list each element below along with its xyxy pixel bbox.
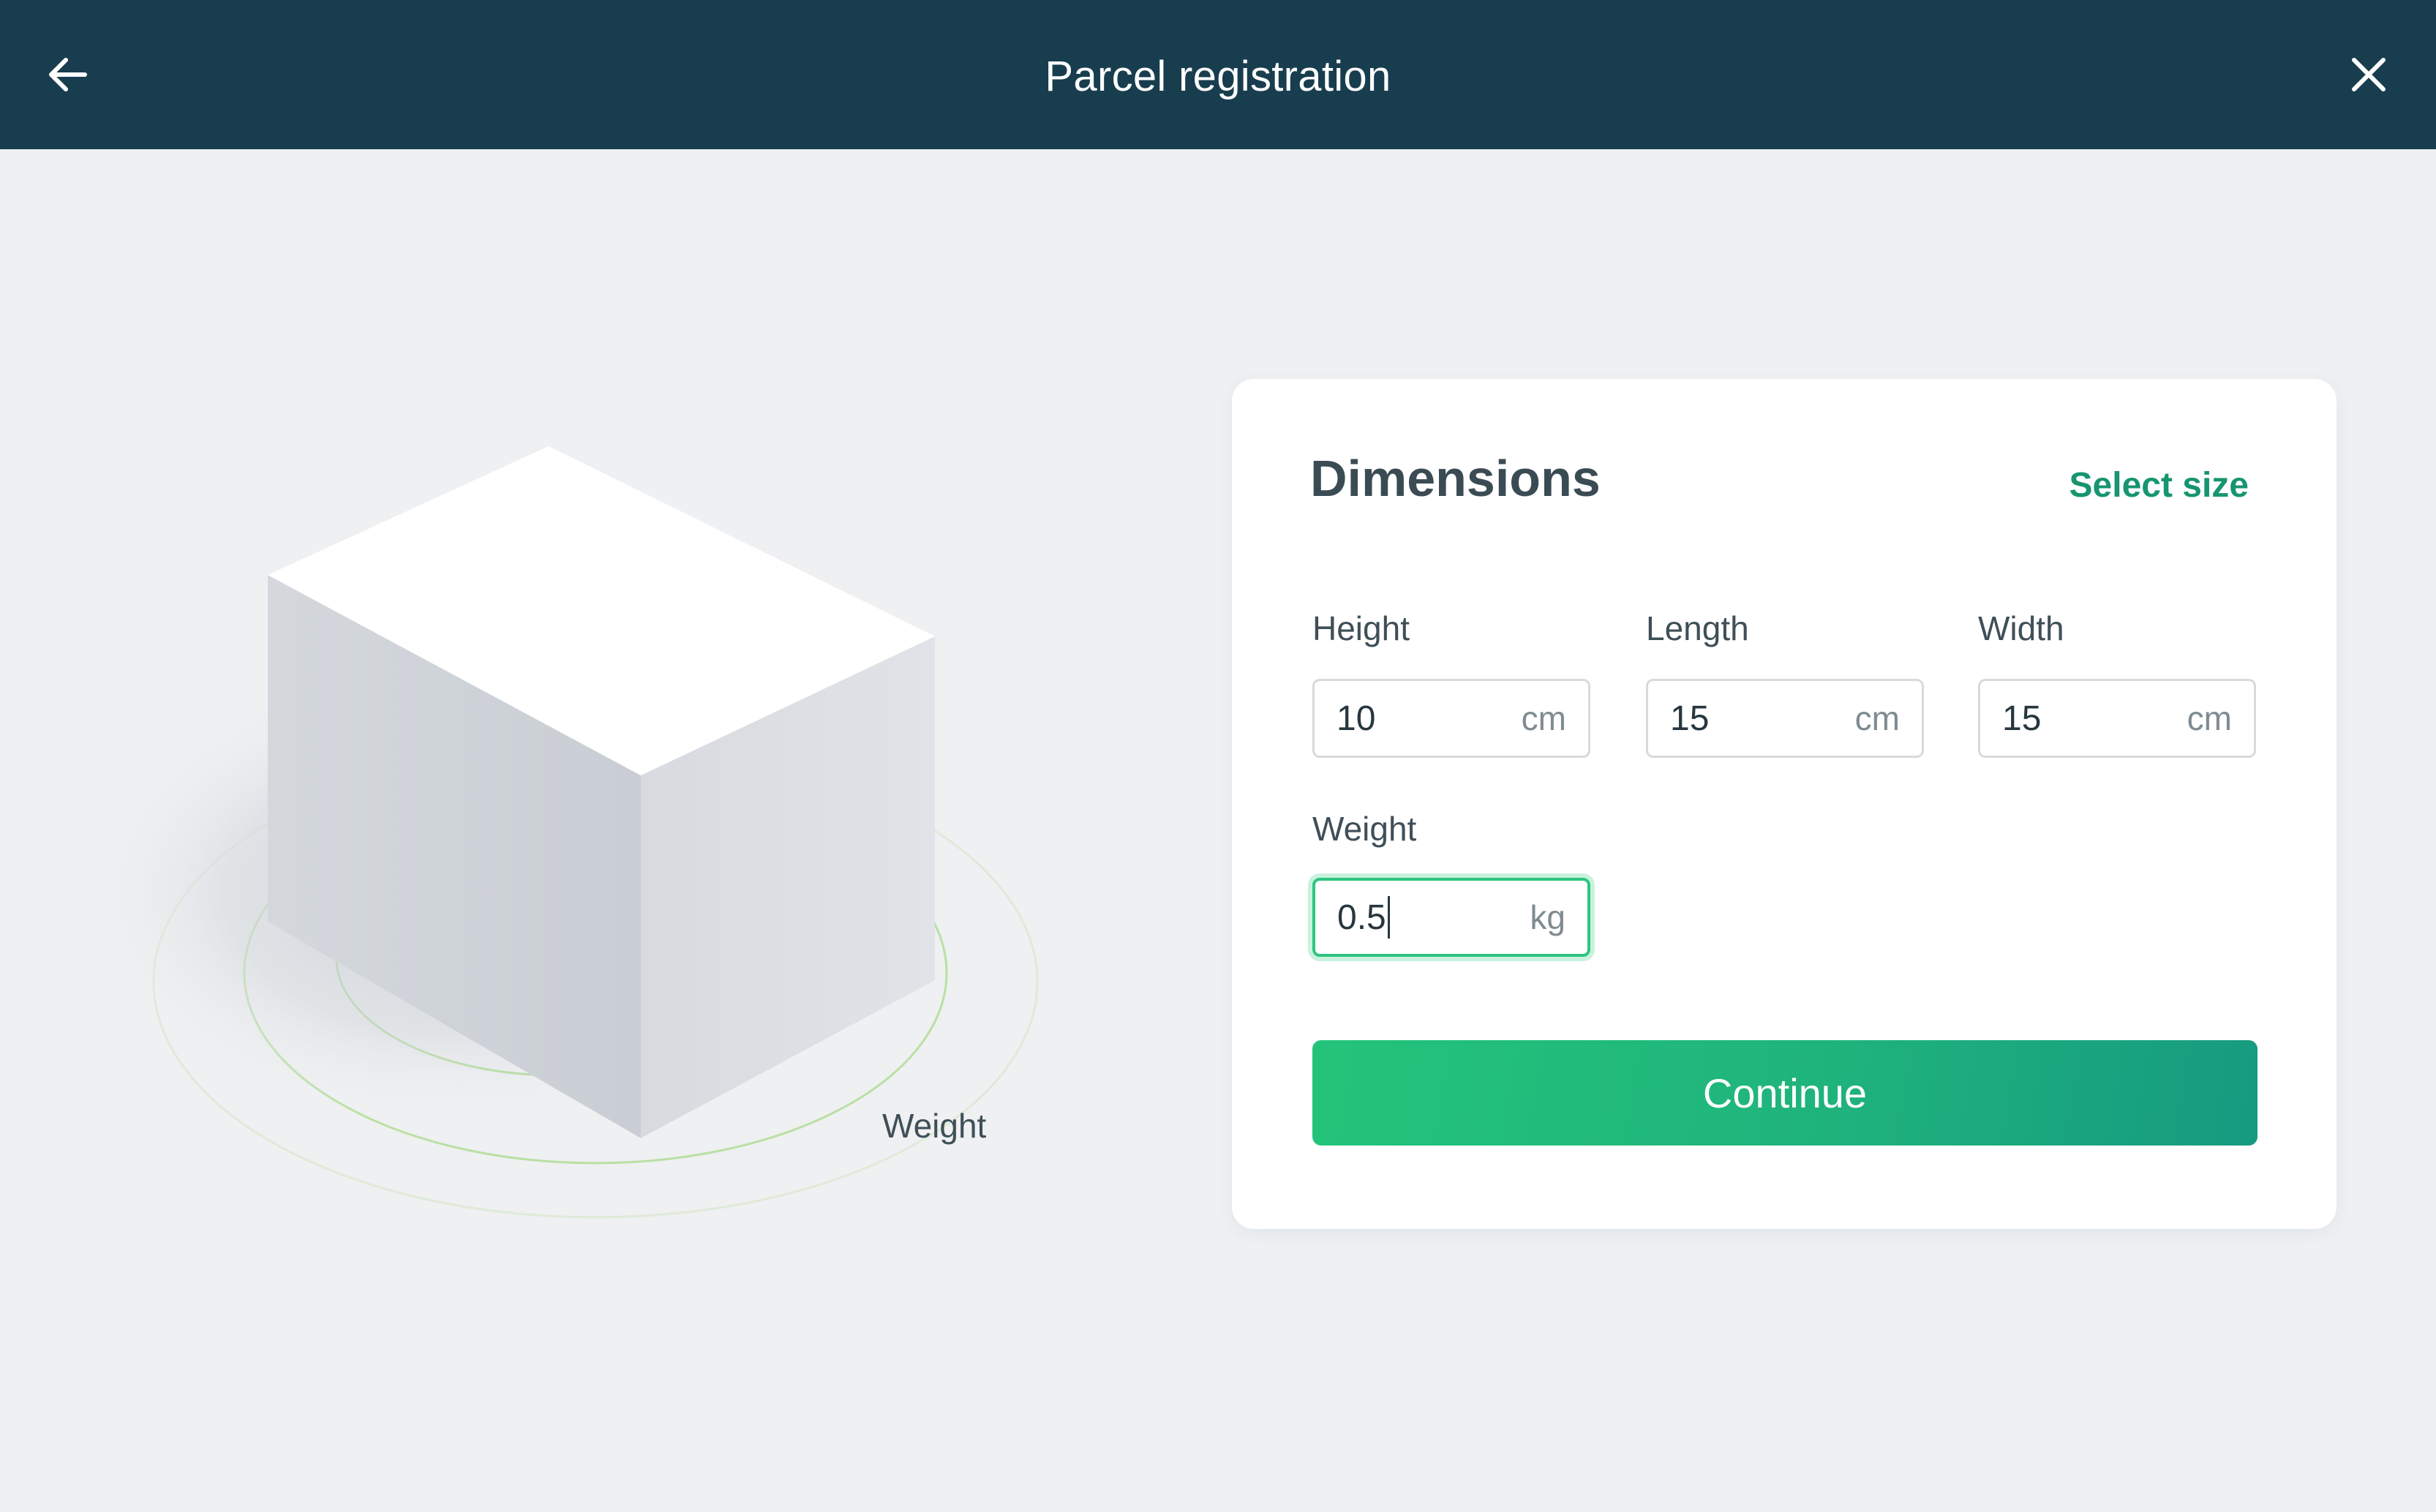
close-button[interactable] bbox=[2342, 48, 2395, 101]
weight-value: 0.5 bbox=[1337, 898, 1386, 937]
dimensions-title: Dimensions bbox=[1310, 450, 1601, 507]
height-label: Height bbox=[1312, 609, 1410, 647]
width-label: Width bbox=[1978, 609, 2064, 647]
height-unit: cm bbox=[1521, 699, 1566, 737]
width-unit: cm bbox=[2187, 699, 2232, 737]
length-unit: cm bbox=[1854, 699, 1900, 737]
length-label: Length bbox=[1646, 609, 1749, 647]
close-icon bbox=[2352, 58, 2386, 91]
continue-button[interactable]: Continue bbox=[1312, 1040, 2258, 1146]
weight-scale-label: Weight bbox=[882, 1107, 987, 1145]
length-value: 15 bbox=[1670, 699, 1710, 738]
weight-value-wrap: 0.5 bbox=[1337, 881, 1390, 954]
dimensions-card: Dimensions Select size Height 10 cm Leng… bbox=[1232, 379, 2337, 1229]
top-bar: Parcel registration bbox=[0, 0, 2436, 149]
weight-label: Weight bbox=[1312, 810, 1417, 848]
height-value: 10 bbox=[1337, 699, 1376, 738]
height-input[interactable]: 10 cm bbox=[1312, 679, 1590, 758]
page-title: Parcel registration bbox=[1045, 53, 1391, 100]
width-input[interactable]: 15 cm bbox=[1978, 679, 2256, 758]
weight-unit: kg bbox=[1530, 898, 1565, 936]
select-size-link[interactable]: Select size bbox=[2070, 465, 2249, 505]
weight-input[interactable]: 0.5 kg bbox=[1312, 878, 1590, 957]
length-input[interactable]: 15 cm bbox=[1646, 679, 1924, 758]
width-value: 15 bbox=[2002, 699, 2042, 738]
text-caret bbox=[1387, 896, 1390, 939]
